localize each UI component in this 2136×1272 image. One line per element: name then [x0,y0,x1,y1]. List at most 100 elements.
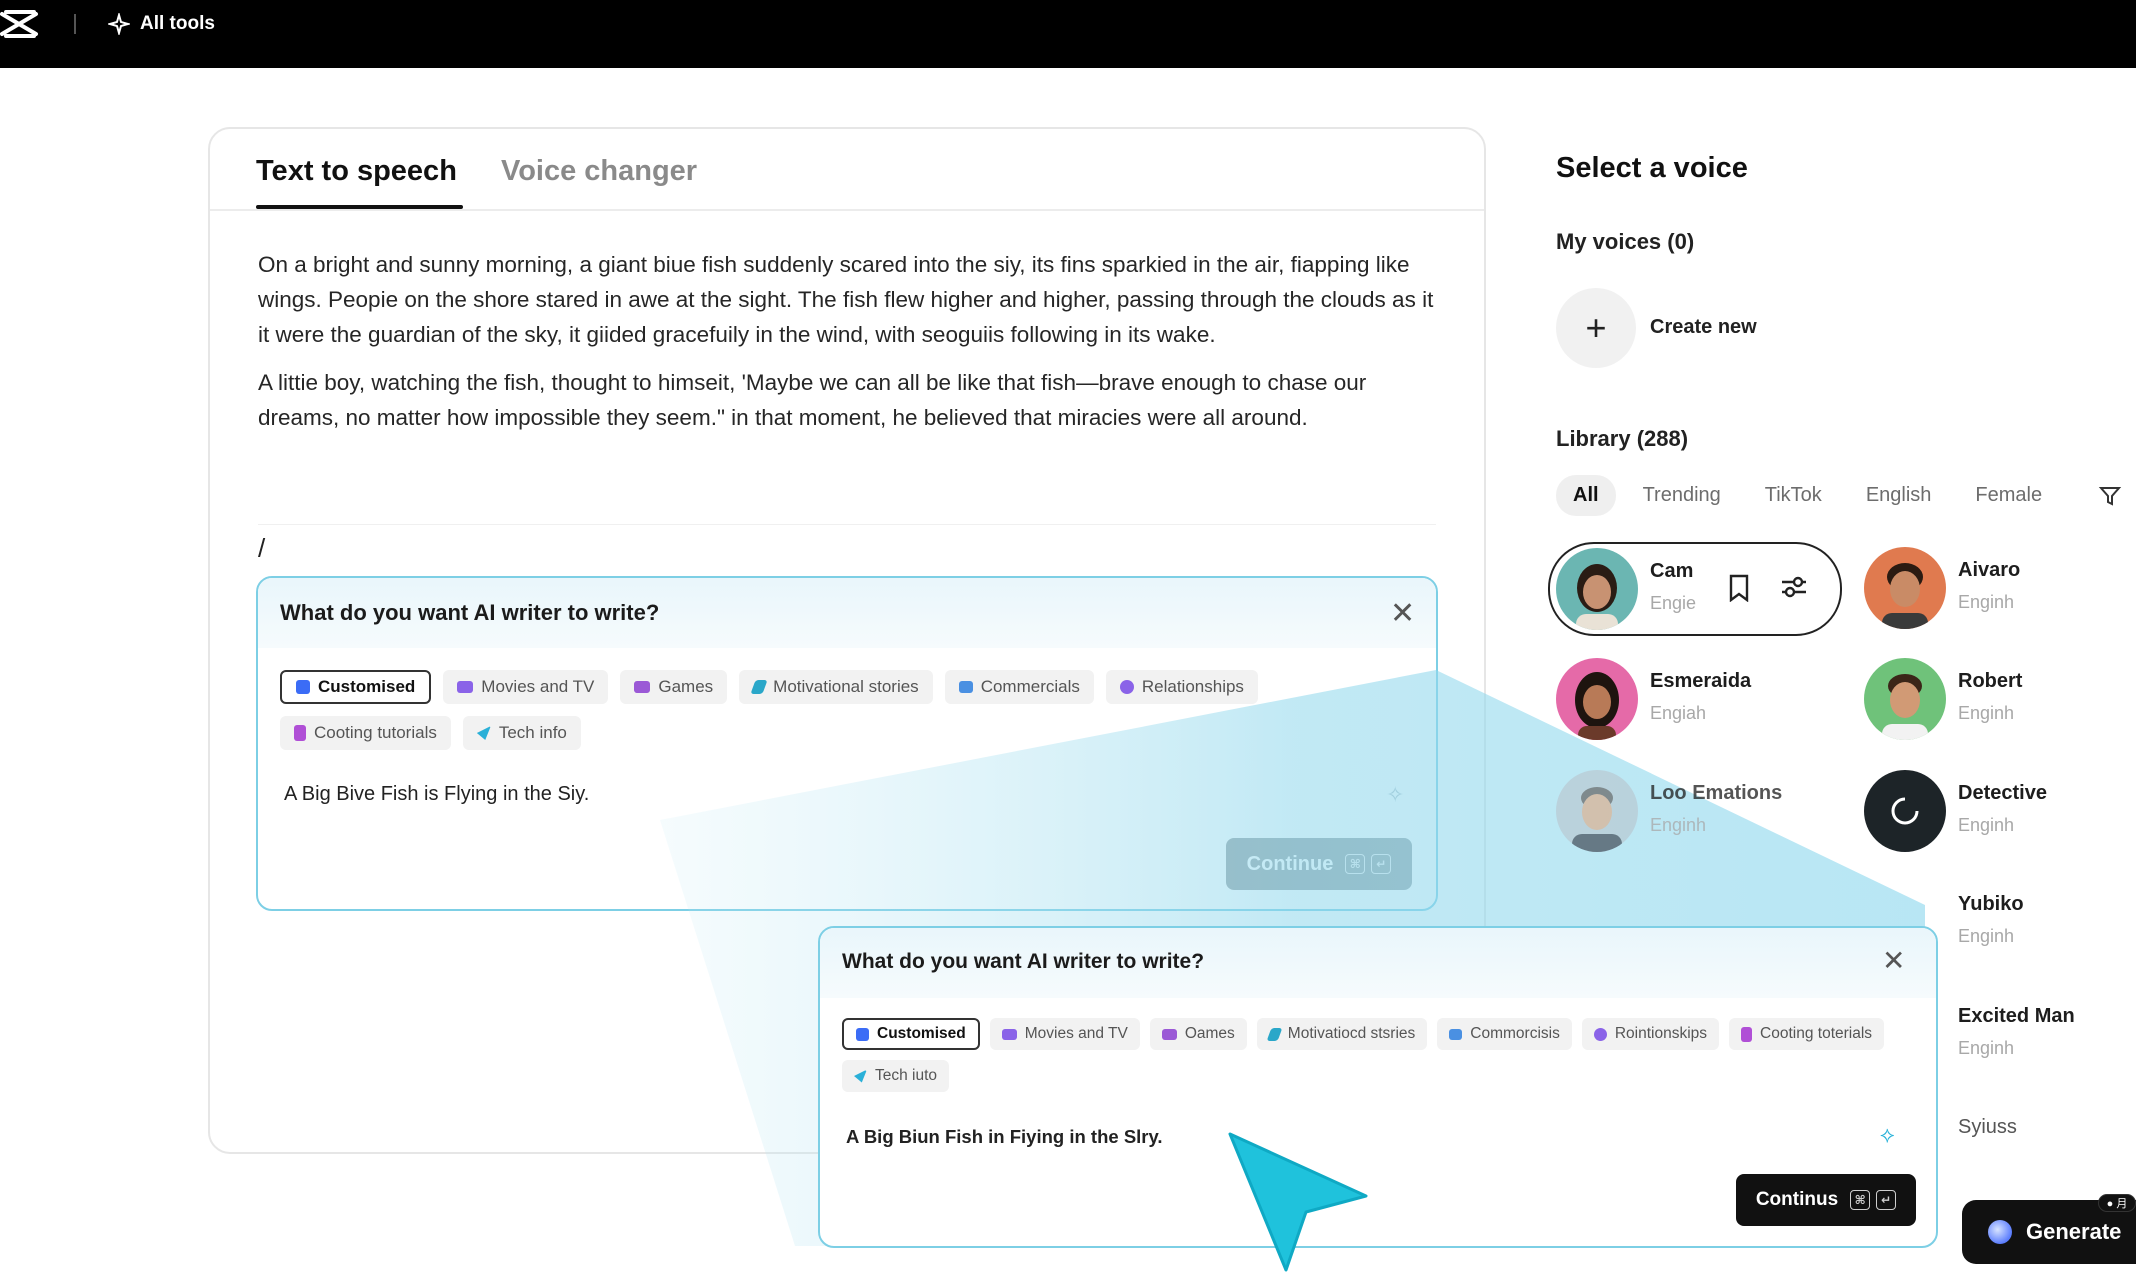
ai-writer-header: What do you want AI writer to write? ✕ [258,578,1436,648]
sparkle-icon [108,13,130,35]
topbar-divider [74,14,76,34]
chip-label: Cooting toterials [1760,1025,1873,1042]
chip-motivational-stories[interactable]: Motivatiocd stsries [1256,1018,1428,1050]
continue-button[interactable]: Continue ⌘ ↵ [1226,838,1412,890]
continue-button[interactable]: Continus ⌘ ↵ [1736,1174,1916,1226]
voice-card-loo-emations[interactable]: Loo Emations Enginh [1556,770,1816,860]
chip-relationships[interactable]: Relationships [1105,670,1258,704]
tab-text-to-speech[interactable]: Text to speech [256,155,457,188]
chip-cooking-tutorials[interactable]: Cooting tutorials [280,716,451,750]
filter-trending[interactable]: Trending [1626,475,1738,516]
library-heading: Library (288) [1556,426,1689,451]
chip-movies-and-tv[interactable]: Movies and TV [443,670,609,704]
voice-name: Esmeraida [1650,670,1752,692]
chip-customised[interactable]: Customised [842,1018,980,1050]
top-bar: All tools [0,0,2136,68]
voice-card-esmeralda[interactable]: Esmeraida Engiah [1556,658,1796,748]
chip-tech-info[interactable]: Tech iuto [842,1060,950,1092]
pen-icon [750,680,768,694]
send-icon [854,1069,867,1083]
chip-label: Relationships [1141,677,1244,696]
gamepad-icon [634,681,651,693]
avatar [1556,658,1638,740]
voice-language: Enginh [1958,815,2015,835]
chip-customised[interactable]: Customised [280,670,432,704]
chip-tech-info[interactable]: Tech info [462,716,581,750]
voice-card-robert[interactable]: Robert Enginh [1864,658,2104,748]
voice-name: Detective [1958,782,2047,804]
chip-label: Tech info [498,723,567,742]
chip-cooking-tutorials[interactable]: Cooting toterials [1729,1018,1885,1050]
filter-tiktok[interactable]: TikTok [1748,475,1839,516]
settings-sliders-icon[interactable] [1780,574,1808,600]
voice-card-cam[interactable]: Cam Engie [1548,542,1842,636]
pen-icon [1266,1027,1283,1041]
close-icon[interactable]: ✕ [1390,596,1415,631]
filter-english[interactable]: English [1849,475,1949,516]
voice-language: Engiah [1650,703,1707,723]
chip-label: Movies and TV [481,677,595,696]
bookmark-icon[interactable] [1728,574,1750,602]
chip-relationships[interactable]: Rointionskips [1581,1018,1720,1050]
active-tab-indicator [256,205,463,209]
film-icon [1001,1028,1017,1040]
close-icon[interactable]: ✕ [1882,944,1905,977]
chip-games[interactable]: Games [620,670,728,704]
chip-motivational-stories[interactable]: Motivational stories [739,670,933,704]
all-tools-button[interactable]: All tools [108,10,215,38]
magic-wand-icon[interactable]: ⟡ [1880,1122,1895,1148]
chef-icon [294,725,306,741]
chat-icon [958,681,973,693]
chip-label: Movies and TV [1024,1025,1128,1042]
chip-movies-and-tv[interactable]: Movies and TV [989,1018,1140,1050]
chip-label: Rointionskips [1614,1025,1708,1042]
voice-name: Syiuss [1958,1116,2017,1138]
chip-label: Cooting tutorials [314,723,437,742]
film-icon [457,681,474,693]
filter-all[interactable]: All [1556,475,1616,516]
tab-voice-changer[interactable]: Voice changer [501,155,697,188]
story-paragraph-1: On a bright and sunny morning, a giant b… [258,252,1434,347]
prompt-input[interactable]: A Big Biun Fish in Fiying in the Slry. [846,1126,1163,1148]
ai-writer-panel-zoomed: What do you want AI writer to write? ✕ C… [818,926,1938,1248]
avatar [1864,658,1946,740]
chat-icon [1449,1028,1463,1040]
select-voice-title: Select a voice [1556,152,1748,184]
voice-name: Robert [1958,670,2023,692]
chip-label: Tech iuto [875,1067,938,1084]
voice-language: Enginh [1958,926,2015,946]
send-icon [476,726,491,740]
all-tools-label: All tools [140,13,215,34]
filter-funnel-icon[interactable] [2098,484,2122,508]
ai-writer-title: What do you want AI writer to write? [842,950,1205,973]
filter-female[interactable]: Female [1958,475,2059,516]
continue-label: Continus [1755,1189,1839,1210]
people-icon [1593,1027,1607,1041]
chip-label: Customised [877,1025,966,1042]
create-new-label[interactable]: Create new [1650,316,1757,339]
ai-writer-header: What do you want AI writer to write? ✕ [820,928,1936,998]
voice-language: Engie [1650,593,1697,613]
chip-games[interactable]: Oames [1149,1018,1247,1050]
command-key-icon: ⌘ [1850,1190,1871,1210]
prompt-input[interactable]: A Big Bive Fish is Flying in the Siy. [284,783,589,806]
plus-icon: + [1585,307,1607,348]
tab-bar: Text to speech Voice changer [210,129,1484,211]
voice-card-aivaro[interactable]: Aivaro Enginh [1864,547,2104,637]
magic-wand-icon[interactable]: ✧ [1386,782,1404,808]
voice-card-detective[interactable]: Detective Enginh [1864,770,2104,860]
story-text-area[interactable]: On a bright and sunny morning, a giant b… [258,247,1448,435]
chip-label: Commercials [980,677,1080,696]
enter-key-icon: ↵ [1371,854,1392,874]
chip-commercials[interactable]: Commorcisis [1437,1018,1572,1050]
mouse-pointer-icon [1228,1132,1368,1272]
continue-label: Continue [1246,852,1334,875]
capcut-logo-icon[interactable] [0,6,40,42]
category-chips: Customised Movies and TV Games Motivatio… [280,670,1380,750]
create-new-voice-button[interactable]: + [1556,288,1636,368]
ai-writer-panel: What do you want AI writer to write? ✕ C… [256,576,1438,911]
generate-orb-icon [1988,1220,2012,1244]
command-key-icon: ⌘ [1345,854,1366,874]
chip-commercials[interactable]: Commercials [944,670,1094,704]
chip-label: Motivatiocd stsries [1287,1025,1416,1042]
